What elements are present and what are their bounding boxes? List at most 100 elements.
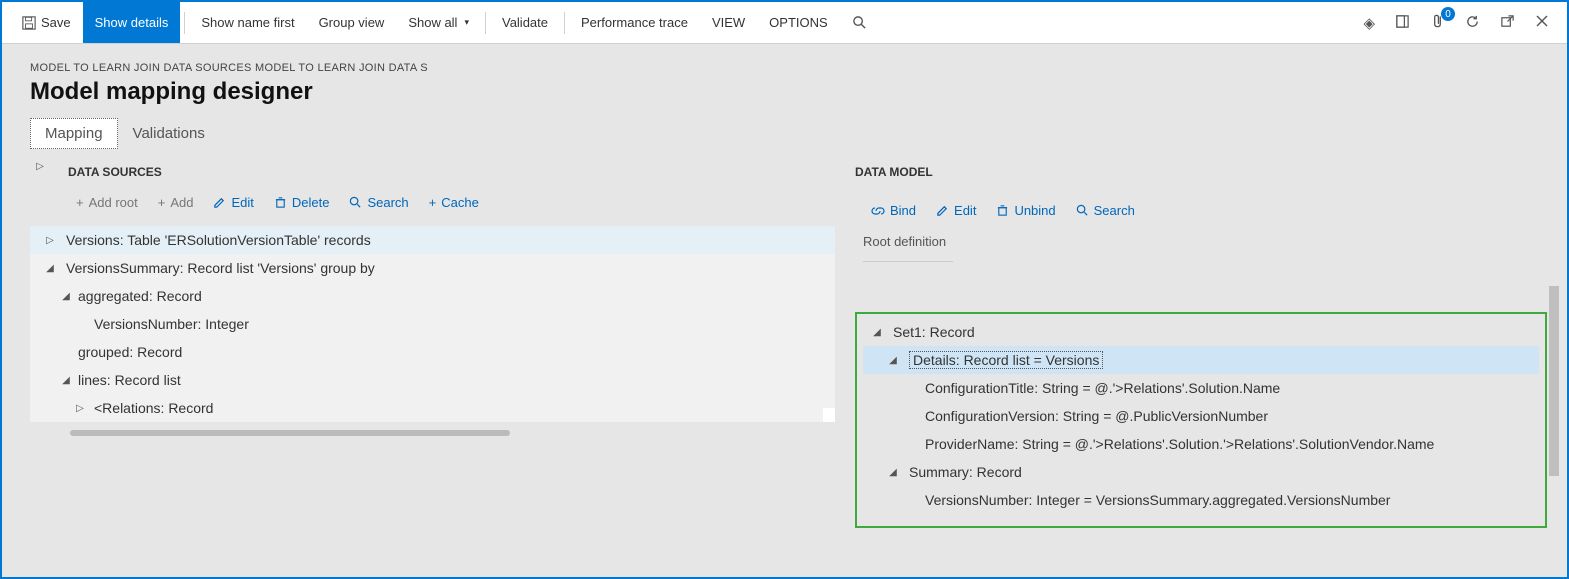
tree-node-relations[interactable]: ▷ <Relations: Record: [30, 394, 835, 422]
tab-validations[interactable]: Validations: [118, 118, 220, 149]
save-icon: [22, 16, 36, 30]
tree-node-aggregated[interactable]: ◢ aggregated: Record: [30, 282, 835, 310]
save-button[interactable]: Save: [10, 2, 83, 43]
node-label: grouped: Record: [78, 344, 182, 360]
expand-icon[interactable]: ▷: [74, 403, 86, 414]
delete-button[interactable]: Delete: [266, 193, 338, 212]
popout-button[interactable]: [1490, 14, 1525, 32]
show-all-button[interactable]: Show all▾: [396, 2, 481, 43]
tabs: Mapping Validations: [30, 118, 1539, 149]
node-label: aggregated: Record: [78, 288, 202, 304]
search-button[interactable]: Search: [341, 193, 416, 212]
tree-node-config-title[interactable]: ConfigurationTitle: String = @.'>Relatio…: [863, 374, 1539, 402]
node-label: ConfigurationVersion: String = @.PublicV…: [925, 408, 1268, 424]
collapse-icon[interactable]: ◢: [887, 467, 899, 478]
tree-node-details[interactable]: ◢Details: Record list = Versions: [863, 346, 1539, 374]
delete-label: Delete: [292, 195, 330, 210]
options-label: OPTIONS: [769, 15, 828, 30]
data-sources-toolbar: +Add root +Add Edit Delete Search +Cache: [30, 189, 835, 226]
node-label: Summary: Record: [909, 464, 1022, 480]
unbind-button[interactable]: Unbind: [988, 201, 1063, 220]
add-root-label: Add root: [89, 195, 138, 210]
trash-icon: [996, 204, 1009, 217]
tree-node-versions-summary[interactable]: ◢VersionsSummary: Record list 'Versions'…: [30, 254, 835, 282]
save-label: Save: [41, 15, 71, 30]
close-button[interactable]: [1525, 14, 1559, 31]
search-button[interactable]: Search: [1068, 201, 1143, 220]
content-area: ▷ DATA SOURCES +Add root +Add Edit Delet…: [2, 159, 1567, 528]
collapse-panel-icon[interactable]: ▷: [30, 159, 50, 172]
tree-node-versions-number[interactable]: VersionsNumber: Integer: [30, 310, 835, 338]
show-details-label: Show details: [95, 15, 169, 30]
add-root-button[interactable]: +Add root: [68, 193, 146, 212]
view-label: VIEW: [712, 15, 745, 30]
cache-button[interactable]: +Cache: [421, 193, 487, 212]
add-button[interactable]: +Add: [150, 193, 202, 212]
tab-validations-label: Validations: [133, 125, 205, 142]
expand-icon[interactable]: ▷: [44, 235, 56, 246]
data-sources-tree: ▷ Versions: Table 'ERSolutionVersionTable…: [30, 226, 835, 422]
tree-node-versions[interactable]: ▷ Versions: Table 'ERSolutionVersionTable…: [30, 226, 835, 254]
bind-button[interactable]: Bind: [863, 201, 924, 220]
node-label: Versions: Table 'ERSolutionVersionTable'…: [66, 232, 371, 248]
collapse-icon[interactable]: ◢: [887, 355, 899, 366]
horizontal-scrollbar[interactable]: [70, 430, 510, 436]
office-icon[interactable]: [1385, 14, 1420, 32]
collapse-icon[interactable]: ◢: [60, 291, 72, 302]
link-icon: [871, 204, 885, 218]
page-header: MODEL TO LEARN JOIN DATA SOURCES MODEL T…: [2, 44, 1567, 159]
trash-icon: [274, 196, 287, 209]
search-label: Search: [1094, 203, 1135, 218]
view-button[interactable]: VIEW: [700, 2, 757, 43]
edit-button[interactable]: Edit: [928, 201, 984, 220]
search-icon: [349, 196, 362, 209]
collapse-icon[interactable]: ◢: [44, 263, 56, 274]
bind-label: Bind: [890, 203, 916, 218]
popout-icon: [1500, 14, 1515, 29]
tree-node-provider-name[interactable]: ProviderName: String = @.'>Relations'.So…: [863, 430, 1539, 458]
performance-trace-label: Performance trace: [581, 15, 688, 30]
show-all-label: Show all: [408, 15, 457, 30]
tree-node-grouped[interactable]: grouped: Record: [30, 338, 835, 366]
tab-mapping-label: Mapping: [45, 125, 103, 142]
tree-node-config-version[interactable]: ConfigurationVersion: String = @.PublicV…: [863, 402, 1539, 430]
data-sources-panel: ▷ DATA SOURCES +Add root +Add Edit Delet…: [30, 159, 835, 528]
breadcrumb: MODEL TO LEARN JOIN DATA SOURCES MODEL T…: [30, 62, 1539, 74]
tree-node-dm-versions-number[interactable]: VersionsNumber: Integer = VersionsSummar…: [863, 486, 1539, 514]
show-details-button[interactable]: Show details: [83, 2, 181, 43]
collapse-icon[interactable]: ◢: [60, 375, 72, 386]
edit-button[interactable]: Edit: [205, 193, 261, 212]
group-view-button[interactable]: Group view: [307, 2, 397, 43]
group-view-label: Group view: [319, 15, 385, 30]
badge-count: 0: [1441, 7, 1455, 21]
options-button[interactable]: OPTIONS: [757, 2, 840, 43]
tree-node-set1[interactable]: ◢Set1: Record: [863, 318, 1539, 346]
tree-node-lines[interactable]: ◢lines: Record list: [30, 366, 835, 394]
validate-button[interactable]: Validate: [490, 2, 560, 43]
data-model-tree-container: ◢Set1: Record ◢Details: Record list = Ve…: [855, 312, 1547, 528]
add-label: Add: [170, 195, 193, 210]
node-label: VersionsNumber: Integer = VersionsSummar…: [925, 492, 1390, 508]
pencil-icon: [213, 196, 226, 209]
data-sources-heading: DATA SOURCES: [30, 159, 835, 189]
data-model-panel: DATA MODEL Bind Edit Unbind Search Root …: [855, 159, 1557, 528]
attachments-button[interactable]: 0: [1420, 12, 1455, 33]
toolbar-search-button[interactable]: [840, 2, 879, 43]
data-model-tree: ◢Set1: Record ◢Details: Record list = Ve…: [863, 318, 1539, 514]
node-label: ProviderName: String = @.'>Relations'.So…: [925, 436, 1434, 452]
unbind-label: Unbind: [1014, 203, 1055, 218]
page-vertical-scrollbar[interactable]: [1549, 286, 1559, 476]
scrollbar-corner: [823, 408, 835, 422]
collapse-icon[interactable]: ◢: [871, 327, 883, 338]
edit-label: Edit: [954, 203, 976, 218]
node-label: <Relations: Record: [94, 400, 213, 416]
performance-trace-button[interactable]: Performance trace: [569, 2, 700, 43]
gem-icon[interactable]: ◈: [1353, 14, 1385, 32]
refresh-button[interactable]: [1455, 14, 1490, 32]
tab-mapping[interactable]: Mapping: [30, 118, 118, 149]
search-icon: [1076, 204, 1089, 217]
validate-label: Validate: [502, 15, 548, 30]
show-name-first-button[interactable]: Show name first: [189, 2, 306, 43]
tree-node-summary[interactable]: ◢ Summary: Record: [863, 458, 1539, 486]
node-label: ConfigurationTitle: String = @.'>Relatio…: [925, 380, 1280, 396]
